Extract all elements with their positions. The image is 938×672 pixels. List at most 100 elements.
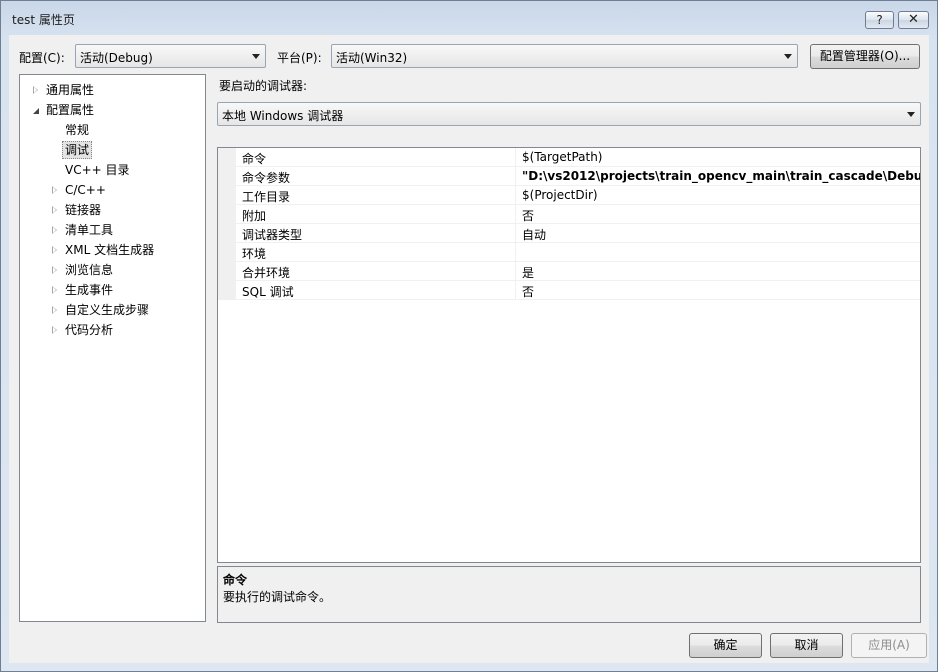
- tree-item-label: 浏览信息: [65, 263, 114, 277]
- tree-item-label: 代码分析: [65, 323, 114, 337]
- property-value[interactable]: 否: [522, 283, 534, 300]
- property-value[interactable]: 是: [522, 264, 534, 281]
- config-label: 配置(C):: [19, 51, 65, 65]
- column-divider: [515, 262, 516, 281]
- chevron-down-icon: [907, 112, 915, 117]
- tree-item-label: 通用属性: [46, 83, 95, 97]
- column-divider: [515, 281, 516, 300]
- help-button[interactable]: ?: [865, 11, 894, 29]
- debugger-label: 要启动的调试器:: [219, 79, 308, 93]
- tree-item[interactable]: 配置属性: [20, 101, 205, 119]
- apply-button[interactable]: 应用(A): [851, 633, 927, 658]
- expanded-triangle-icon[interactable]: [33, 108, 39, 114]
- tree-item-label: 自定义生成步骤: [65, 303, 150, 317]
- property-tree[interactable]: 通用属性配置属性常规调试 VC++ 目录 C/C++ 链接器清单工具 XML 文档生成器…: [19, 74, 206, 622]
- tree-item-label: C/C++: [65, 183, 106, 197]
- tree-item[interactable]: C/C++: [20, 181, 205, 199]
- property-row[interactable]: SQL 调试 否: [218, 281, 920, 300]
- property-row[interactable]: 附加 否: [218, 205, 920, 224]
- tree-item[interactable]: 通用属性: [20, 81, 205, 99]
- description-text: 要执行的调试命令。: [223, 590, 332, 604]
- tree-item-label: 常规: [65, 123, 90, 137]
- debugger-combobox[interactable]: 本地 Windows 调试器: [217, 102, 921, 126]
- property-value[interactable]: "D:\vs2012\projects\train_opencv_main\tr…: [522, 169, 920, 183]
- column-divider: [515, 205, 516, 224]
- row-gutter: [218, 167, 236, 186]
- tree-item-label: 配置属性: [46, 103, 95, 117]
- property-name: 合并环境: [242, 266, 291, 280]
- tree-item-label: 清单工具: [65, 223, 114, 237]
- collapsed-triangle-icon[interactable]: [52, 326, 57, 334]
- collapsed-triangle-icon[interactable]: [52, 286, 57, 294]
- property-name: 调试器类型: [242, 228, 303, 242]
- property-row[interactable]: 工作目录 $(ProjectDir): [218, 186, 920, 205]
- property-grid: 命令 $(TargetPath) 命令参数 "D:\vs2012\projects\t…: [217, 147, 921, 563]
- property-pages-window: test 属性页 ? ✕ 配置(C): 活动(Debug) 平台(P): 活动(…: [0, 0, 938, 672]
- debugger-value: 本地 Windows 调试器: [222, 109, 344, 123]
- property-row[interactable]: 合并环境 是: [218, 262, 920, 281]
- column-divider: [515, 224, 516, 243]
- tree-item[interactable]: 链接器: [20, 201, 205, 219]
- row-gutter: [218, 281, 236, 300]
- row-gutter: [218, 262, 236, 281]
- property-name: SQL 调试: [242, 285, 294, 299]
- column-divider: [515, 148, 516, 167]
- tree-item-label: VC++ 目录: [65, 163, 130, 177]
- description-panel: 命令 要执行的调试命令。: [217, 566, 921, 623]
- config-manager-button[interactable]: 配置管理器(O)...: [810, 44, 920, 69]
- row-gutter: [218, 148, 236, 167]
- property-value[interactable]: 自动: [522, 226, 546, 243]
- cancel-button[interactable]: 取消: [770, 633, 843, 658]
- collapsed-triangle-icon[interactable]: [52, 186, 57, 194]
- row-gutter: [218, 205, 236, 224]
- property-value[interactable]: 否: [522, 207, 534, 224]
- tree-item-label: XML 文档生成器: [65, 243, 155, 257]
- collapsed-triangle-icon[interactable]: [52, 306, 57, 314]
- tree-item[interactable]: VC++ 目录: [20, 161, 205, 179]
- row-gutter: [218, 224, 236, 243]
- collapsed-triangle-icon[interactable]: [33, 86, 38, 94]
- collapsed-triangle-icon[interactable]: [52, 206, 57, 214]
- property-row[interactable]: 环境: [218, 243, 920, 262]
- tree-item[interactable]: 代码分析: [20, 321, 205, 339]
- property-value[interactable]: $(TargetPath): [522, 150, 602, 164]
- config-value: 活动(Debug): [80, 51, 153, 65]
- tree-item[interactable]: 浏览信息: [20, 261, 205, 279]
- column-divider: [515, 186, 516, 205]
- property-row[interactable]: 命令 $(TargetPath): [218, 148, 920, 167]
- tree-item[interactable]: 清单工具: [20, 221, 205, 239]
- row-gutter: [218, 243, 236, 262]
- collapsed-triangle-icon[interactable]: [52, 226, 57, 234]
- column-divider: [515, 167, 516, 186]
- row-gutter: [218, 186, 236, 205]
- description-title: 命令: [223, 573, 248, 587]
- platform-label: 平台(P):: [277, 51, 322, 65]
- chevron-down-icon: [252, 54, 260, 59]
- collapsed-triangle-icon[interactable]: [52, 266, 57, 274]
- platform-combobox[interactable]: 活动(Win32): [331, 44, 798, 68]
- property-name: 工作目录: [242, 190, 291, 204]
- property-row[interactable]: 调试器类型 自动: [218, 224, 920, 243]
- collapsed-triangle-icon[interactable]: [52, 246, 57, 254]
- chevron-down-icon: [784, 54, 792, 59]
- title-bar: test 属性页 ? ✕: [1, 1, 937, 35]
- config-combobox[interactable]: 活动(Debug): [75, 44, 266, 68]
- ok-button[interactable]: 确定: [689, 633, 762, 658]
- tree-item[interactable]: 生成事件: [20, 281, 205, 299]
- property-name: 环境: [242, 247, 267, 261]
- property-name: 命令参数: [242, 171, 291, 185]
- tree-item[interactable]: 调试: [20, 141, 205, 159]
- property-value[interactable]: $(ProjectDir): [522, 188, 598, 202]
- column-divider: [515, 243, 516, 262]
- tree-item[interactable]: 自定义生成步骤: [20, 301, 205, 319]
- property-name: 命令: [242, 152, 267, 166]
- tree-item-label: 链接器: [65, 203, 102, 217]
- close-button[interactable]: ✕: [898, 11, 929, 29]
- tree-item-label: 生成事件: [65, 283, 114, 297]
- tree-item[interactable]: XML 文档生成器: [20, 241, 205, 259]
- tree-item-label: 调试: [62, 141, 93, 159]
- window-title: test 属性页: [12, 13, 75, 27]
- property-row[interactable]: 命令参数 "D:\vs2012\projects\train_opencv_mai…: [218, 167, 920, 186]
- property-name: 附加: [242, 209, 267, 223]
- tree-item[interactable]: 常规: [20, 121, 205, 139]
